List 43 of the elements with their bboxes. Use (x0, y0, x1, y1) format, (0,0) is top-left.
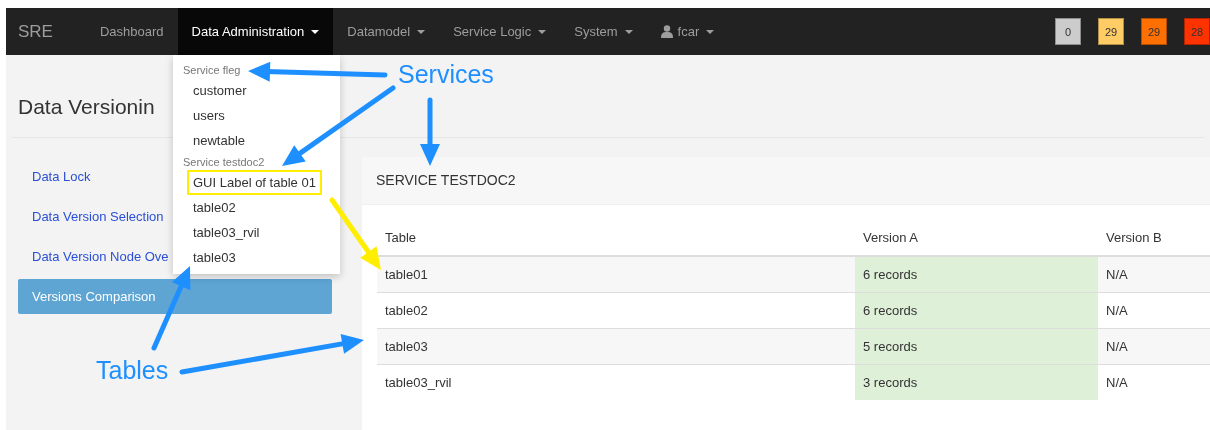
table-cell: N/A (1098, 292, 1210, 329)
user-icon (660, 25, 673, 38)
nav-menu-item[interactable]: fcar (646, 8, 729, 55)
nav-menu-item[interactable]: System (560, 8, 647, 55)
table-cell: 5 records (855, 328, 1098, 365)
brand-link[interactable]: SRE (6, 8, 66, 55)
dropdown-item[interactable]: table03 (187, 245, 242, 270)
caret-icon (417, 29, 426, 34)
panel-title: SERVICE TESTDOC2 (362, 157, 1210, 205)
count-badge[interactable]: 29 (1098, 18, 1124, 45)
callout-arrow (420, 97, 440, 166)
count-badge[interactable]: 28 (1184, 18, 1210, 45)
page-title: Data Versionin (18, 95, 155, 119)
caret-icon (624, 29, 633, 34)
table-cell: table01 (377, 256, 855, 293)
dropdown-header: Service fleg (182, 63, 242, 78)
nav-menu-item[interactable]: Service Logic (439, 8, 561, 55)
dropdown-item[interactable]: newtable (187, 128, 252, 153)
table-cell: 6 records (855, 292, 1098, 329)
nav-menu-item[interactable]: Datamodel (333, 8, 440, 55)
dropdown-item[interactable]: GUI Label of table 01 (187, 170, 322, 195)
dropdown-item[interactable]: table02 (187, 195, 242, 220)
count-badge[interactable]: 29 (1141, 18, 1167, 45)
dropdown-header: Service testdoc2 (182, 155, 266, 170)
nav-menu-item[interactable]: Data Administration (177, 8, 334, 55)
dropdown-item[interactable]: users (187, 103, 231, 128)
count-badge[interactable]: 0 (1055, 18, 1081, 45)
table-cell: table03_rvil (377, 364, 855, 400)
table-cell: N/A (1098, 328, 1210, 365)
table-cell: 6 records (855, 256, 1098, 293)
nav-menu-item[interactable]: Dashboard (85, 8, 178, 55)
table-cell: table02 (377, 292, 855, 329)
caret-icon (311, 29, 320, 34)
callout-label: Services (398, 60, 494, 89)
table-cell: N/A (1098, 364, 1210, 400)
caret-icon (706, 29, 715, 34)
dropdown-item[interactable]: customer (187, 78, 253, 103)
dropdown-item[interactable]: table03_rvil (187, 220, 266, 245)
table-cell: table03 (377, 328, 855, 365)
table-cell: N/A (1098, 256, 1210, 293)
caret-icon (538, 29, 547, 34)
callout-label: Tables (96, 356, 169, 385)
table-cell: 3 records (855, 364, 1098, 400)
